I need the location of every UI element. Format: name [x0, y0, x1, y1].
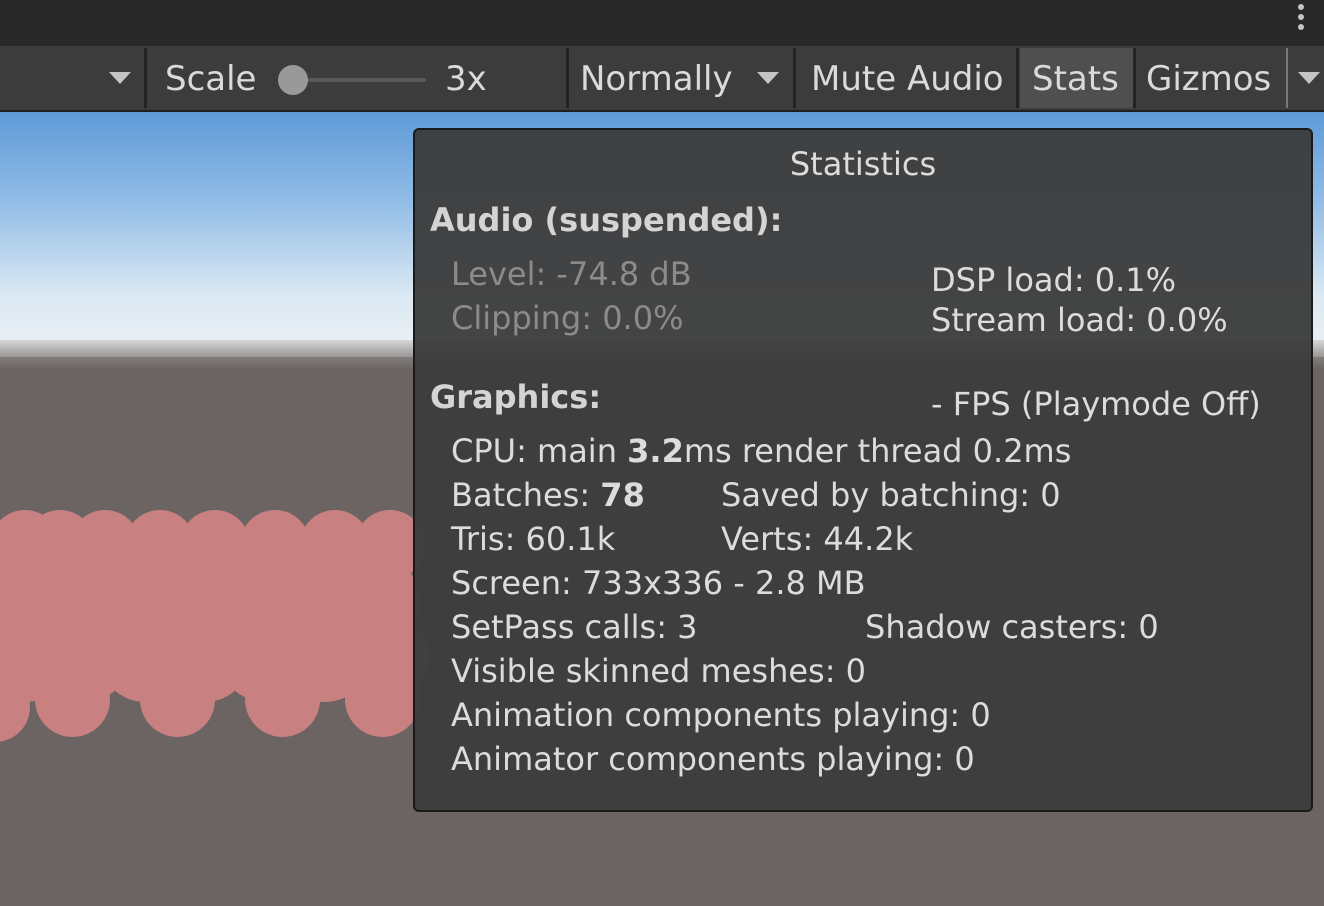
pink-circle: [345, 662, 420, 737]
pink-circle: [140, 662, 215, 737]
gizmos-label: Gizmos: [1146, 59, 1272, 99]
toolbar-divider: [144, 48, 147, 108]
saved-by-batching: Saved by batching: 0: [721, 476, 1061, 514]
display-dropdown-chevron-icon[interactable]: [109, 72, 131, 84]
pink-circle: [245, 662, 320, 737]
window-title-bar: [0, 0, 1324, 46]
statistics-title: Statistics: [789, 145, 937, 183]
pink-circle: [35, 662, 110, 737]
tris-count: Tris: 60.1k: [451, 520, 616, 558]
mute-audio-button[interactable]: Mute Audio: [796, 46, 1016, 110]
screen-readout: Screen: 733x336 - 2.8 MB: [451, 564, 866, 602]
toolbar-divider: [1286, 48, 1288, 108]
play-mode-label: Normally: [580, 59, 733, 99]
toolbar-divider: [1016, 48, 1019, 108]
shadow-casters: Shadow casters: 0: [865, 608, 1159, 646]
more-options-icon[interactable]: [1296, 4, 1306, 34]
audio-heading: Audio (suspended):: [430, 201, 783, 239]
audio-level: Level: -74.8 dB: [451, 255, 692, 293]
visible-skinned-meshes: Visible skinned meshes: 0: [451, 652, 867, 690]
animator-components-playing: Animator components playing: 0: [451, 740, 975, 778]
batches-readout: Batches: 78: [451, 475, 645, 515]
mute-audio-label: Mute Audio: [811, 59, 1004, 99]
verts-count: Verts: 44.2k: [721, 520, 914, 558]
animation-components-playing: Animation components playing: 0: [451, 696, 991, 734]
cpu-readout: CPU: main 3.2ms render thread 0.2ms: [451, 431, 1071, 471]
scale-label: Scale: [165, 59, 257, 99]
statistics-panel: Statistics Audio (suspended): Level: -74…: [413, 128, 1313, 812]
scale-slider-track[interactable]: [292, 78, 426, 82]
cpu-suffix: ms render thread 0.2ms: [683, 432, 1072, 470]
batches-value: 78: [600, 476, 645, 514]
audio-clipping: Clipping: 0.0%: [451, 299, 684, 337]
stats-label: Stats: [1032, 59, 1119, 99]
setpass-calls: SetPass calls: 3: [451, 608, 698, 646]
scale-value: 3x: [445, 59, 487, 99]
audio-stream-load: Stream load: 0.0%: [931, 301, 1228, 339]
audio-dsp-load: DSP load: 0.1%: [931, 261, 1177, 299]
play-mode-dropdown[interactable]: Normally: [569, 46, 793, 110]
cpu-main-value: 3.2: [627, 432, 684, 470]
scale-slider-thumb[interactable]: [278, 65, 308, 95]
fps-readout: - FPS (Playmode Off): [931, 385, 1261, 423]
stats-button[interactable]: Stats: [1020, 48, 1133, 108]
game-view-toolbar: Scale 3x Normally Mute Audio Stats Gizmo…: [0, 46, 1324, 112]
cpu-prefix: CPU: main: [451, 432, 628, 470]
graphics-heading: Graphics:: [430, 378, 602, 416]
batches-label: Batches:: [451, 476, 601, 514]
gizmos-button[interactable]: Gizmos: [1136, 46, 1286, 110]
chevron-down-icon: [757, 72, 779, 84]
gizmos-dropdown-chevron-icon[interactable]: [1298, 72, 1320, 84]
